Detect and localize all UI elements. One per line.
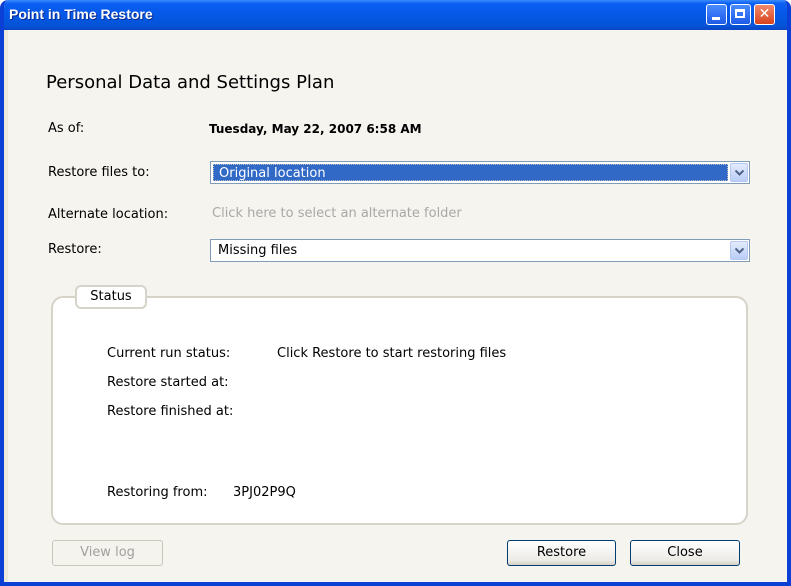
restore-location-select[interactable]: Original location bbox=[210, 161, 750, 184]
alternate-location-label: Alternate location: bbox=[48, 207, 169, 222]
chevron-down-icon[interactable] bbox=[730, 163, 748, 182]
restore-button[interactable]: Restore bbox=[507, 540, 616, 566]
status-panel: Current run status: Click Restore to sta… bbox=[51, 296, 748, 525]
minimize-icon[interactable] bbox=[706, 4, 727, 25]
dialog-content: Personal Data and Settings Plan As of: T… bbox=[8, 30, 787, 582]
close-button[interactable]: Close bbox=[630, 540, 740, 566]
chevron-down-icon[interactable] bbox=[730, 241, 748, 260]
plan-heading: Personal Data and Settings Plan bbox=[46, 72, 335, 93]
as-of-value: Tuesday, May 22, 2007 6:58 AM bbox=[209, 122, 422, 136]
maximize-icon[interactable] bbox=[730, 4, 751, 25]
restore-finished-label: Restore finished at: bbox=[107, 404, 234, 419]
current-run-status-label: Current run status: bbox=[107, 346, 231, 361]
as-of-label: As of: bbox=[48, 121, 85, 136]
window-title: Point in Time Restore bbox=[9, 6, 153, 22]
restoring-from-label: Restoring from: bbox=[107, 485, 208, 500]
restore-started-label: Restore started at: bbox=[107, 375, 229, 390]
title-bar[interactable]: Point in Time Restore ✕ bbox=[4, 0, 787, 30]
restore-label: Restore: bbox=[48, 242, 102, 257]
restore-location-value: Original location bbox=[213, 164, 728, 181]
status-tab: Status bbox=[75, 285, 147, 309]
view-log-button[interactable]: View log bbox=[52, 540, 163, 566]
restoring-from-value: 3PJ02P9Q bbox=[233, 485, 296, 500]
restore-window: Point in Time Restore ✕ Personal Data an… bbox=[0, 0, 791, 586]
restore-files-to-label: Restore files to: bbox=[48, 165, 150, 180]
restore-type-select[interactable]: Missing files bbox=[210, 239, 750, 262]
current-run-status-value: Click Restore to start restoring files bbox=[277, 346, 507, 361]
restore-type-value: Missing files bbox=[218, 243, 298, 258]
close-icon[interactable]: ✕ bbox=[754, 4, 775, 25]
alternate-folder-link[interactable]: Click here to select an alternate folder bbox=[212, 206, 462, 221]
